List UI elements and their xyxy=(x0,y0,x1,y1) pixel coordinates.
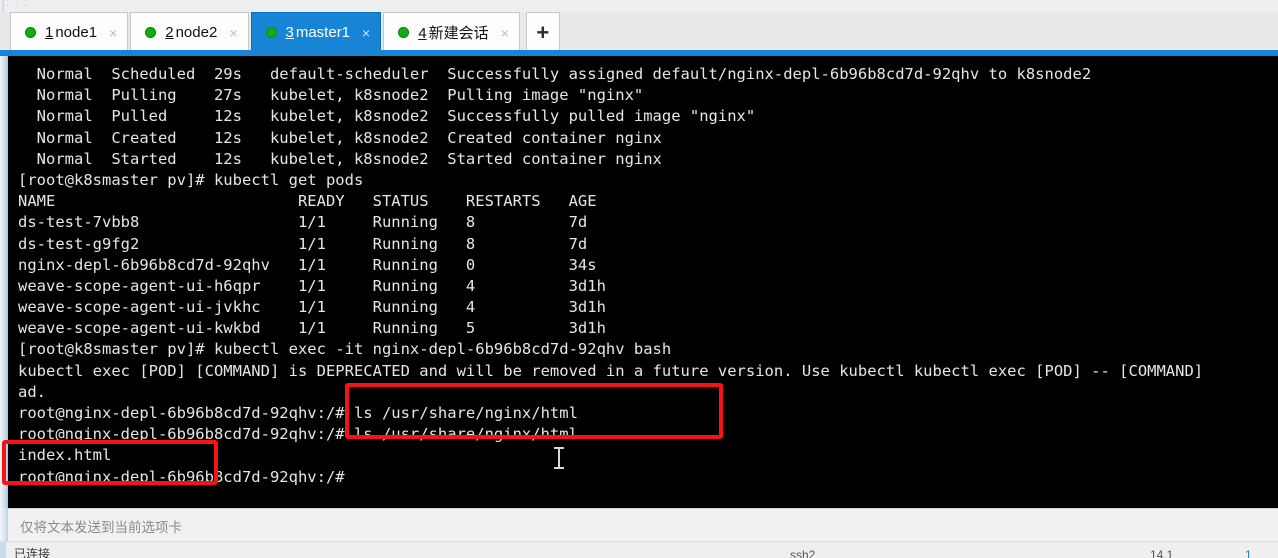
terminal-line: nginx-depl-6b96b8cd7d-92qhv 1/1 Running … xyxy=(18,255,597,274)
terminal-line: weave-scope-agent-ui-kwkbd 1/1 Running 5… xyxy=(18,319,606,338)
terminal-line: ds-test-g9fg2 1/1 Running 8 7d xyxy=(18,234,588,253)
tab-index-2: 2 xyxy=(165,24,174,41)
tab-node1[interactable]: 1 node1 × xyxy=(10,12,129,52)
tab-status-dot-icon xyxy=(265,27,277,38)
send-text-bar[interactable]: 仅将文本发送到当前选项卡 xyxy=(8,508,1278,542)
terminal-line: Normal Started 12s kubelet, k8snode2 Sta… xyxy=(18,149,662,168)
terminal-line: NAME READY STATUS RESTARTS AGE xyxy=(18,192,597,211)
terminal-line: root@nginx-depl-6b96b8cd7d-92qhv:/# ls /… xyxy=(18,404,578,422)
tab-status-dot-icon xyxy=(398,27,410,38)
terminal-line: ds-test-7vbb8 1/1 Running 8 7d xyxy=(18,213,588,232)
tab-bar: 1 node1 × 2 node2 × 3 master1 × 4 新建会话 × + xyxy=(0,12,1278,54)
tab-status-dot-icon xyxy=(145,27,157,38)
tab-new-session[interactable]: 4 新建会话 × xyxy=(383,12,520,52)
tab-node2[interactable]: 2 node2 × xyxy=(130,12,249,52)
status-bar: 已连接 ssh2 14,1 1 xyxy=(0,541,1278,558)
terminal-line: Normal Scheduled 29s default-scheduler S… xyxy=(18,65,1092,83)
terminal-app-window: · · · 1node1 × 2node2 × 3master1 × 4新 xyxy=(0,0,1278,558)
terminal-text: Normal Scheduled 29s default-scheduler S… xyxy=(18,64,1203,488)
tab-close-icon-3[interactable]: × xyxy=(362,26,370,40)
terminal-line: weave-scope-agent-ui-h6qpr 1/1 Running 4… xyxy=(18,276,606,295)
send-bar-hint: 仅将文本发送到当前选项卡 xyxy=(20,519,182,535)
tab-index-3: 3 xyxy=(285,24,294,41)
terminal-line: Normal Pulled 12s kubelet, k8snode2 Succ… xyxy=(18,107,756,126)
terminal-line: weave-scope-agent-ui-jvkhc 1/1 Running 4… xyxy=(18,298,606,317)
tab-name-2: node2 xyxy=(175,24,218,41)
tab-close-icon-1[interactable]: × xyxy=(109,26,117,40)
tab-label-new-session: 4 新建会话 xyxy=(418,22,488,43)
terminal-line: root@nginx-depl-6b96b8cd7d-92qhv:/# xyxy=(18,467,354,486)
tab-name-3: master1 xyxy=(295,24,351,41)
tab-index-1: 1 xyxy=(45,24,54,41)
terminal-output-pane[interactable]: Normal Scheduled 29s default-scheduler S… xyxy=(8,56,1278,508)
tab-master1[interactable]: 3 master1 × xyxy=(250,12,382,52)
tab-label-node2: 2 node2 xyxy=(165,24,217,41)
terminal-line: [root@k8smaster pv]# kubectl exec -it ng… xyxy=(18,340,672,359)
tab-status-dot-icon xyxy=(25,27,36,38)
tab-label-master1: 3 master1 xyxy=(286,24,351,41)
terminal-line: kubectl exec [POD] [COMMAND] is DEPRECAT… xyxy=(18,361,1204,380)
new-tab-button[interactable]: + xyxy=(525,12,560,52)
tab-index-4: 4 xyxy=(418,25,427,42)
terminal-line: ad. xyxy=(18,382,46,401)
window-dots: · · · xyxy=(6,1,29,10)
terminal-line: root@nginx-depl-6b96b8cd7d-92qhv:/# ls /… xyxy=(18,425,578,444)
terminal-line: Normal Created 12s kubelet, k8snode2 Cre… xyxy=(18,128,662,147)
tab-label-node1: 1 node1 xyxy=(45,24,97,41)
status-connection: 已连接 xyxy=(14,547,51,558)
terminal-line: Normal Pulling 27s kubelet, k8snode2 Pul… xyxy=(18,86,644,105)
terminal-left-edge xyxy=(0,56,8,508)
status-bar-edge xyxy=(0,542,6,558)
tab-name-4: 新建会话 xyxy=(428,25,489,42)
send-bar-left-edge xyxy=(0,508,8,541)
terminal-line: index.html xyxy=(18,446,112,465)
plus-icon: + xyxy=(536,19,550,45)
tab-list: 1 node1 × 2 node2 × 3 master1 × 4 新建会话 × + xyxy=(10,12,560,54)
window-top-strip: · · · xyxy=(0,0,1278,12)
terminal-line: [root@k8smaster pv]# kubectl get pods xyxy=(18,170,364,189)
tab-close-icon-2[interactable]: × xyxy=(229,26,237,40)
tab-close-icon-4[interactable]: × xyxy=(501,26,509,40)
tab-name-1: node1 xyxy=(55,24,98,41)
